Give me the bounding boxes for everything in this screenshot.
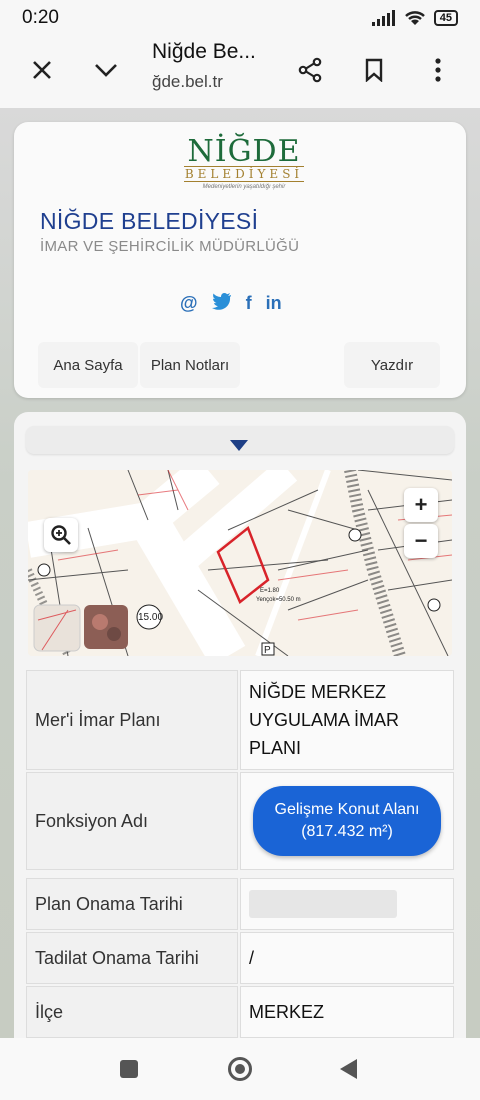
- nav-home-button[interactable]: Ana Sayfa: [38, 342, 138, 388]
- zoom-in-button[interactable]: +: [404, 488, 438, 522]
- redacted-value: [249, 890, 397, 918]
- map-label-15: 15.00: [138, 612, 163, 623]
- table-row: Plan Onama Tarihi: [26, 878, 454, 930]
- map-canvas[interactable]: E=1.80 Yençok=50.50 m 15.00 P: [28, 470, 452, 656]
- twitter-icon[interactable]: [211, 292, 232, 315]
- org-subtitle: İMAR VE ŞEHİRCİLİK MÜDÜRLÜĞÜ: [40, 238, 300, 255]
- page-title: Niğde Be...: [152, 40, 256, 63]
- linkedin-icon[interactable]: in: [266, 293, 282, 314]
- nav-print-button[interactable]: Yazdır: [344, 342, 440, 388]
- row-value: MERKEZ: [240, 986, 454, 1038]
- email-icon[interactable]: @: [180, 293, 198, 314]
- row-label: Mer'i İmar Planı: [26, 670, 238, 770]
- close-icon[interactable]: [22, 50, 62, 90]
- org-title: NİĞDE BELEDİYESİ: [40, 208, 259, 234]
- table-row: Tadilat Onama Tarihi /: [26, 932, 454, 984]
- zoning-map[interactable]: E=1.80 Yençok=50.50 m 15.00 P + −: [28, 470, 452, 656]
- system-nav-bar: [0, 1038, 480, 1100]
- row-value: NİĞDE MERKEZ UYGULAMA İMAR PLANI: [240, 670, 454, 770]
- url-block[interactable]: Niğde Be... ğde.bel.tr: [152, 40, 292, 92]
- share-icon[interactable]: [290, 50, 330, 90]
- nav-plan-notes-button[interactable]: Plan Notları: [140, 342, 240, 388]
- row-label: İlçe: [26, 986, 238, 1038]
- map-label-yencok: Yençok=50.50 m: [256, 597, 301, 603]
- municipality-logo[interactable]: NİĞDE BELEDİYESİ Medeniyetlerin yaşatıld…: [184, 134, 304, 190]
- facebook-icon[interactable]: f: [246, 293, 252, 314]
- table-row: Fonksiyon Adı Gelişme Konut Alanı (817.4…: [26, 772, 454, 870]
- status-time: 0:20: [22, 7, 59, 28]
- home-icon[interactable]: [228, 1057, 252, 1081]
- signal-icon: [371, 10, 395, 26]
- map-label-e: E=1.80: [260, 588, 280, 594]
- table-row: Mer'i İmar Planı NİĞDE MERKEZ UYGULAMA İ…: [26, 670, 454, 770]
- zoom-search-icon[interactable]: [44, 518, 78, 552]
- zoom-out-button[interactable]: −: [404, 524, 438, 558]
- table-row: İlçe MERKEZ: [26, 986, 454, 1038]
- status-icons: 45: [371, 10, 458, 26]
- battery-icon: 45: [433, 10, 458, 26]
- more-vert-icon[interactable]: [418, 50, 458, 90]
- page-url: ğde.bel.tr: [152, 72, 223, 91]
- browser-toolbar: Niğde Be... ğde.bel.tr: [0, 36, 480, 108]
- status-bar: 0:20 45: [0, 0, 480, 36]
- row-value: /: [240, 932, 454, 984]
- recents-icon[interactable]: [120, 1060, 138, 1078]
- row-label: Plan Onama Tarihi: [26, 878, 238, 930]
- wifi-icon: [404, 11, 425, 25]
- logo-main-text: NİĞDE: [187, 134, 301, 169]
- row-label: Tadilat Onama Tarihi: [26, 932, 238, 984]
- chevron-down-icon[interactable]: [86, 50, 126, 90]
- row-value: Gelişme Konut Alanı (817.432 m²): [240, 772, 454, 870]
- logo-slogan: Medeniyetlerin yaşatıldığı şehir: [202, 184, 286, 190]
- back-icon[interactable]: [340, 1059, 357, 1079]
- row-label: Fonksiyon Adı: [26, 772, 238, 870]
- function-pill-button[interactable]: Gelişme Konut Alanı (817.432 m²): [253, 786, 441, 856]
- map-label-p: P: [264, 645, 271, 656]
- row-value: [240, 878, 454, 930]
- logo-sub-text: BELEDİYESİ: [184, 166, 304, 182]
- caret-down-icon[interactable]: [230, 440, 248, 451]
- bookmark-icon[interactable]: [354, 50, 394, 90]
- social-links: @ f in: [180, 292, 282, 315]
